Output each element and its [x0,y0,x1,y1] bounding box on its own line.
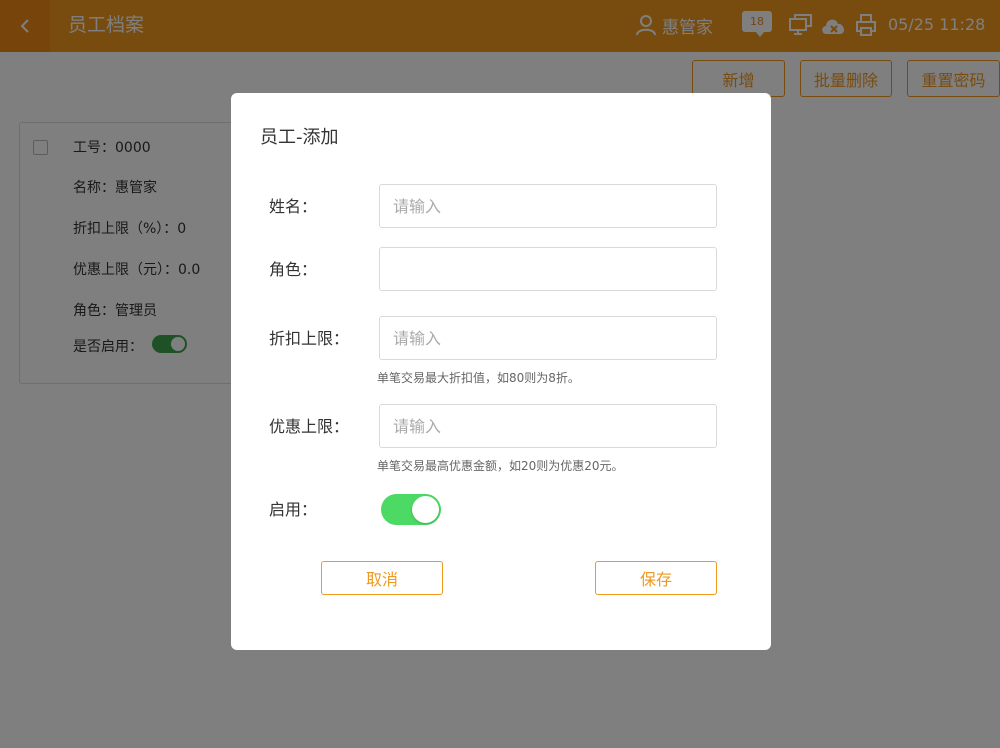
add-employee-dialog: 员工-添加 姓名： 角色： 折扣上限： 单笔交易最大折扣值，如80则为8折。 优… [231,93,771,650]
enable-label: 启用： [269,500,318,519]
dialog-title: 员工-添加 [260,127,339,148]
name-input[interactable] [379,184,717,228]
save-button[interactable]: 保存 [595,561,717,595]
offer-limit-label: 优惠上限： [269,417,350,436]
role-label: 角色： [269,260,318,279]
offer-limit-hint: 单笔交易最高优惠金额，如20则为优惠20元。 [377,459,624,473]
role-input[interactable] [379,247,717,291]
discount-limit-input[interactable] [379,316,717,360]
cancel-button[interactable]: 取消 [321,561,443,595]
discount-limit-hint: 单笔交易最大折扣值，如80则为8折。 [377,371,580,385]
offer-limit-input[interactable] [379,404,717,448]
discount-limit-label: 折扣上限： [269,329,350,348]
name-label: 姓名： [269,197,318,216]
enable-toggle[interactable] [381,494,441,525]
